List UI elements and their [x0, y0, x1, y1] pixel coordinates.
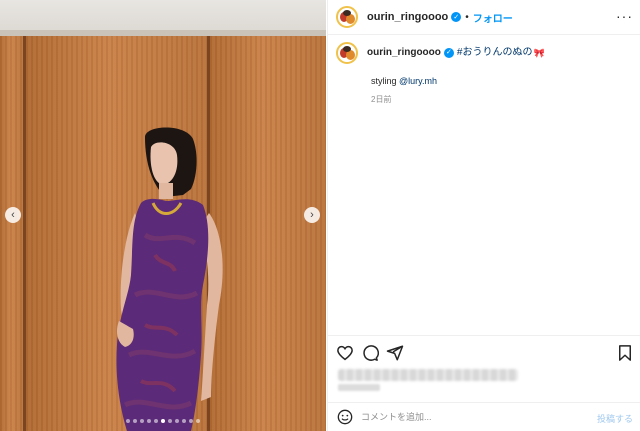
carousel-dot [161, 419, 165, 423]
caption-emoji: 🎀 [533, 48, 545, 58]
more-options-icon[interactable]: ··· [616, 8, 633, 24]
header-separator: • [465, 11, 469, 23]
caption-hashtag[interactable]: #おうりんのぬの [457, 46, 533, 60]
emoji-icon[interactable] [337, 409, 353, 425]
bookmark-icon[interactable] [616, 344, 634, 362]
likes-summary-blurred [338, 369, 518, 381]
photo-wood-panel [0, 36, 24, 431]
carousel-dot [133, 419, 137, 423]
avatar-image-part [343, 46, 351, 52]
likes-date-blurred [338, 384, 380, 391]
share-icon[interactable] [386, 344, 404, 362]
carousel-dot [126, 419, 130, 423]
post-actions [328, 335, 640, 369]
carousel-dot [140, 419, 144, 423]
photo-subject [116, 127, 223, 431]
post-comment-button[interactable]: 投稿する [597, 412, 633, 425]
heart-icon[interactable] [336, 344, 354, 362]
post-sidebar: ourin_ringoooo ✓ • フォロー ··· ourin_ringoo… [327, 0, 640, 431]
comment-icon[interactable] [361, 344, 379, 362]
post-timestamp[interactable]: 2日前 [371, 94, 636, 105]
follow-button[interactable]: フォロー [473, 10, 513, 25]
comment-bar: 投稿する [328, 402, 640, 431]
carousel-dot [147, 419, 151, 423]
carousel-dot [189, 419, 193, 423]
photo-wall [0, 0, 326, 34]
carousel-dot [168, 419, 172, 423]
verified-icon: ✓ [451, 12, 462, 22]
carousel-dot [196, 419, 200, 423]
post-caption: ourin_ringoooo ✓ #おうりんのぬの 🎀 styling @lur… [336, 42, 636, 105]
caption-styling-line: styling @lury.mh [371, 76, 636, 86]
styling-label: styling [371, 76, 400, 86]
verified-icon: ✓ [443, 48, 454, 58]
styling-mention[interactable]: @lury.mh [399, 76, 437, 86]
carousel-dot [175, 419, 179, 423]
avatar[interactable] [336, 6, 358, 28]
post-header: ourin_ringoooo ✓ • フォロー ··· [328, 0, 640, 35]
post-media: ‹ › [0, 0, 326, 431]
caption-avatar[interactable] [336, 42, 358, 64]
previous-slide-button[interactable]: ‹ [5, 207, 21, 223]
carousel-dot [182, 419, 186, 423]
comment-input[interactable] [361, 412, 581, 422]
header-username[interactable]: ourin_ringoooo [367, 11, 448, 23]
carousel-dot [154, 419, 158, 423]
carousel-indicator [0, 419, 326, 423]
caption-username[interactable]: ourin_ringoooo [367, 46, 441, 60]
photo-panel-seam [23, 36, 26, 431]
avatar-image-part [343, 10, 351, 16]
next-slide-button[interactable]: › [304, 207, 320, 223]
